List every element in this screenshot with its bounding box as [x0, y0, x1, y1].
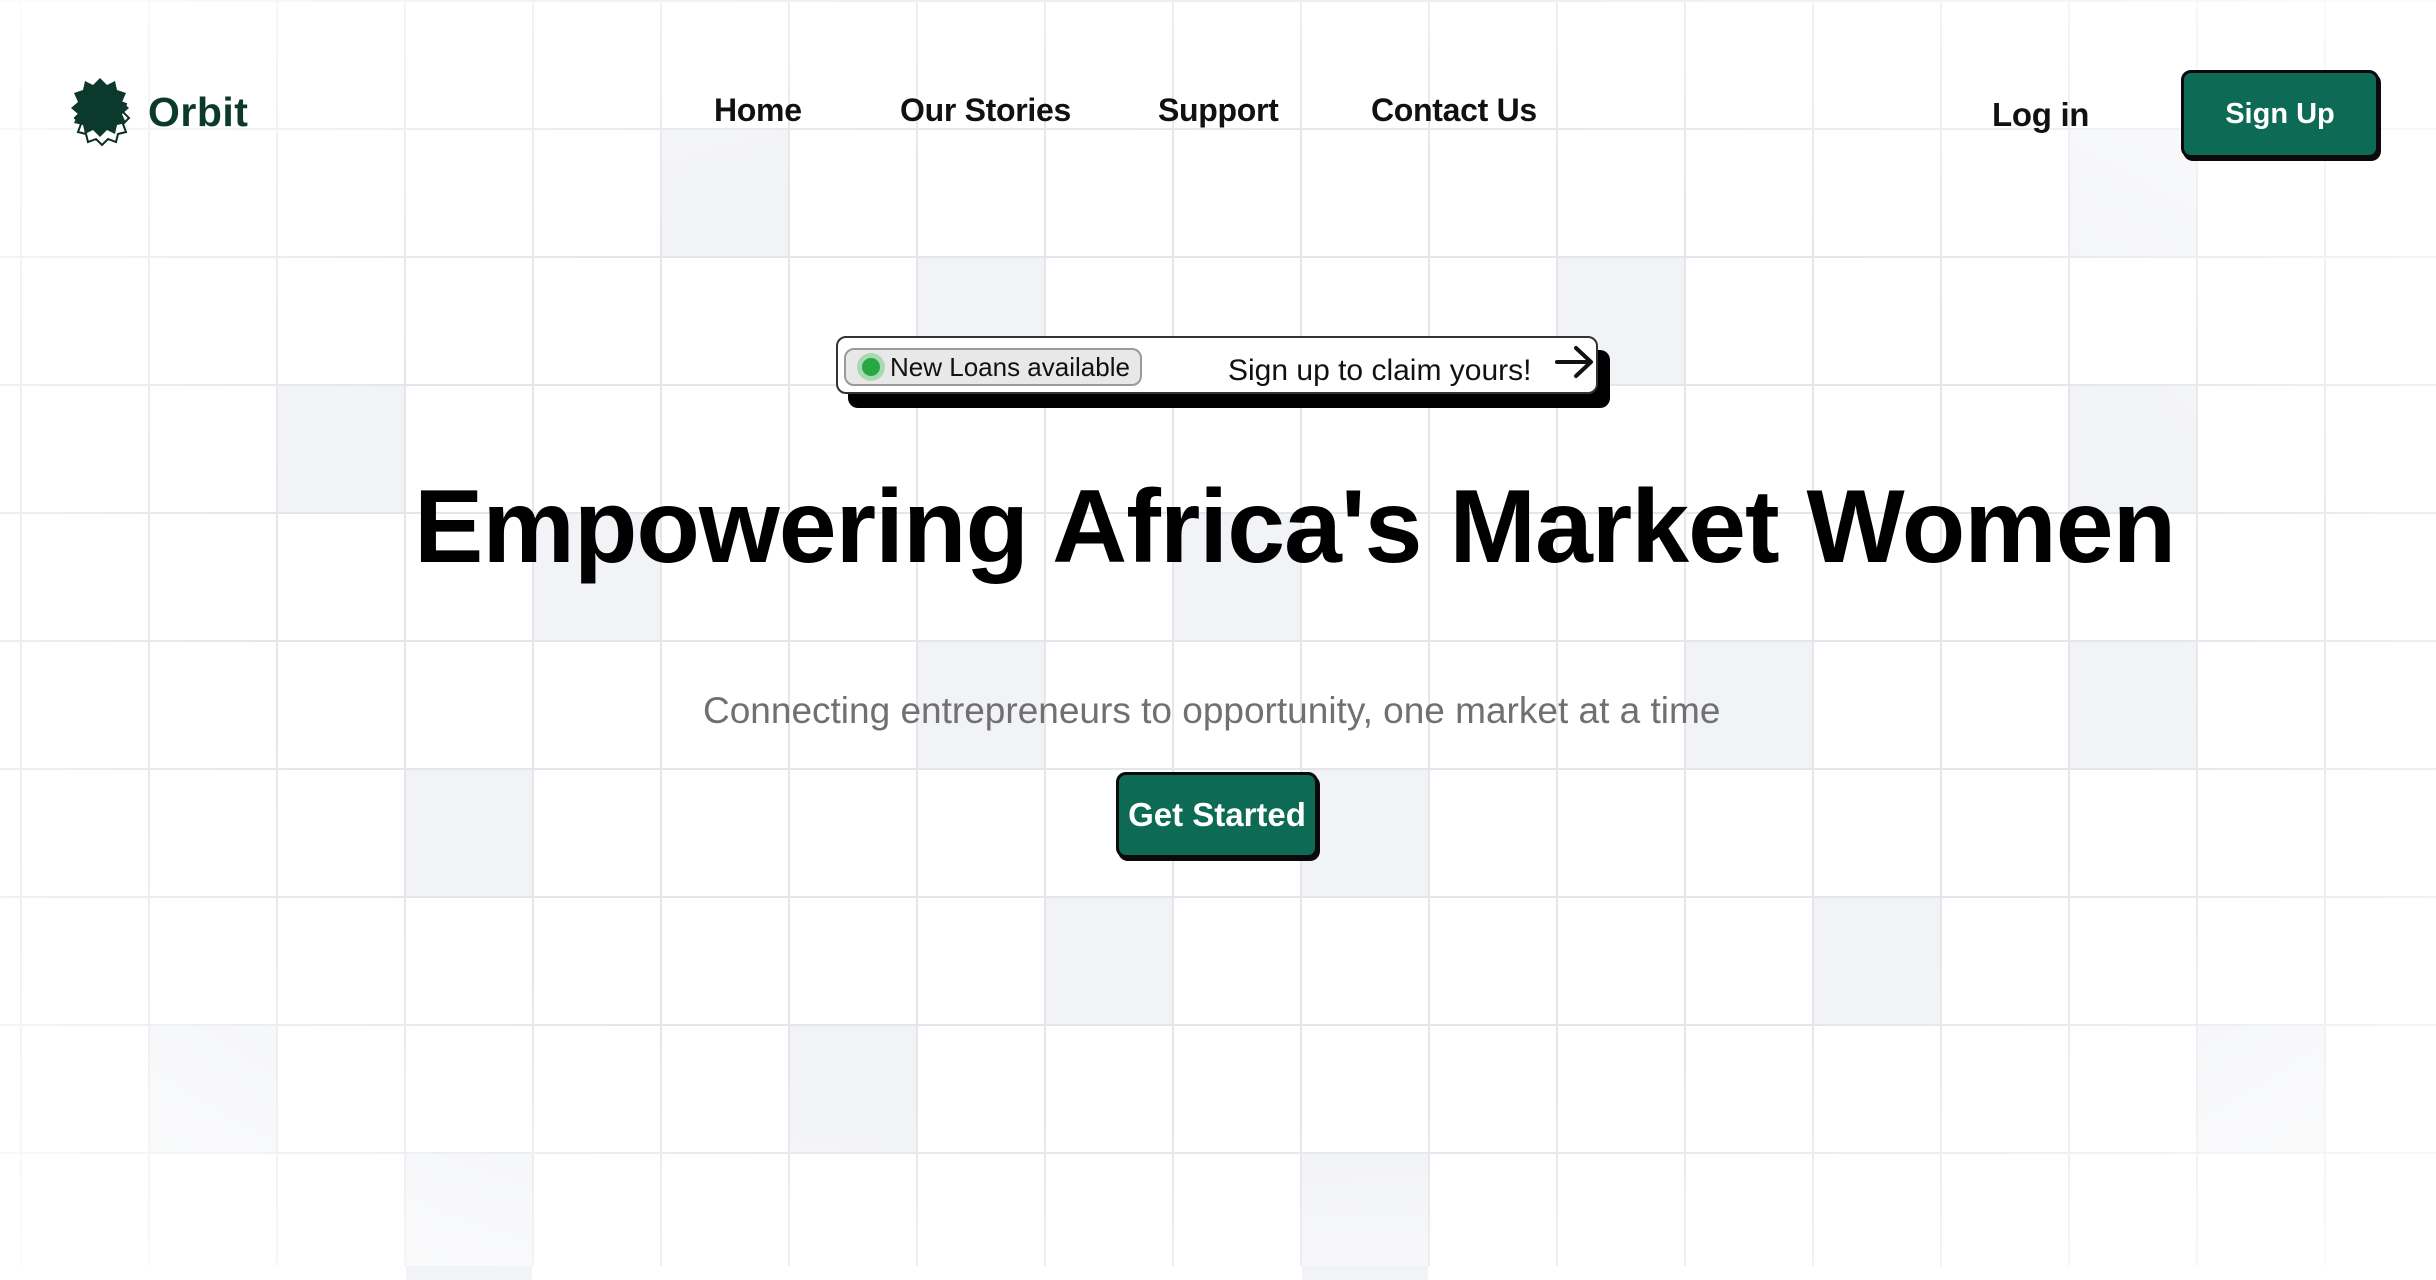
nav-link-contact-us[interactable]: Contact Us — [1371, 92, 1537, 129]
hero-title: Empowering Africa's Market Women — [414, 469, 2176, 585]
nav-link-support[interactable]: Support — [1158, 92, 1279, 129]
gear-badge-icon — [70, 72, 134, 152]
nav-link-our-stories[interactable]: Our Stories — [900, 92, 1071, 129]
landing-page: Orbit Home Our Stories Support Contact U… — [0, 0, 2436, 1266]
brand-logo-link[interactable]: Orbit — [70, 72, 248, 152]
new-loans-badge: New Loans available — [844, 348, 1142, 386]
announcement-banner[interactable]: New Loans available Sign up to claim you… — [836, 336, 1598, 394]
login-link[interactable]: Log in — [1992, 96, 2089, 134]
get-started-button[interactable]: Get Started — [1116, 772, 1318, 858]
arrow-right-icon — [1554, 344, 1596, 380]
hero-subtitle: Connecting entrepreneurs to opportunity,… — [703, 690, 1721, 731]
badge-label: New Loans available — [890, 351, 1130, 382]
sign-up-button[interactable]: Sign Up — [2181, 70, 2379, 158]
brand-name: Orbit — [148, 88, 249, 135]
banner-cta-text: Sign up to claim yours! — [1228, 354, 1532, 387]
nav-link-home[interactable]: Home — [714, 92, 802, 129]
status-dot-icon — [862, 358, 880, 376]
